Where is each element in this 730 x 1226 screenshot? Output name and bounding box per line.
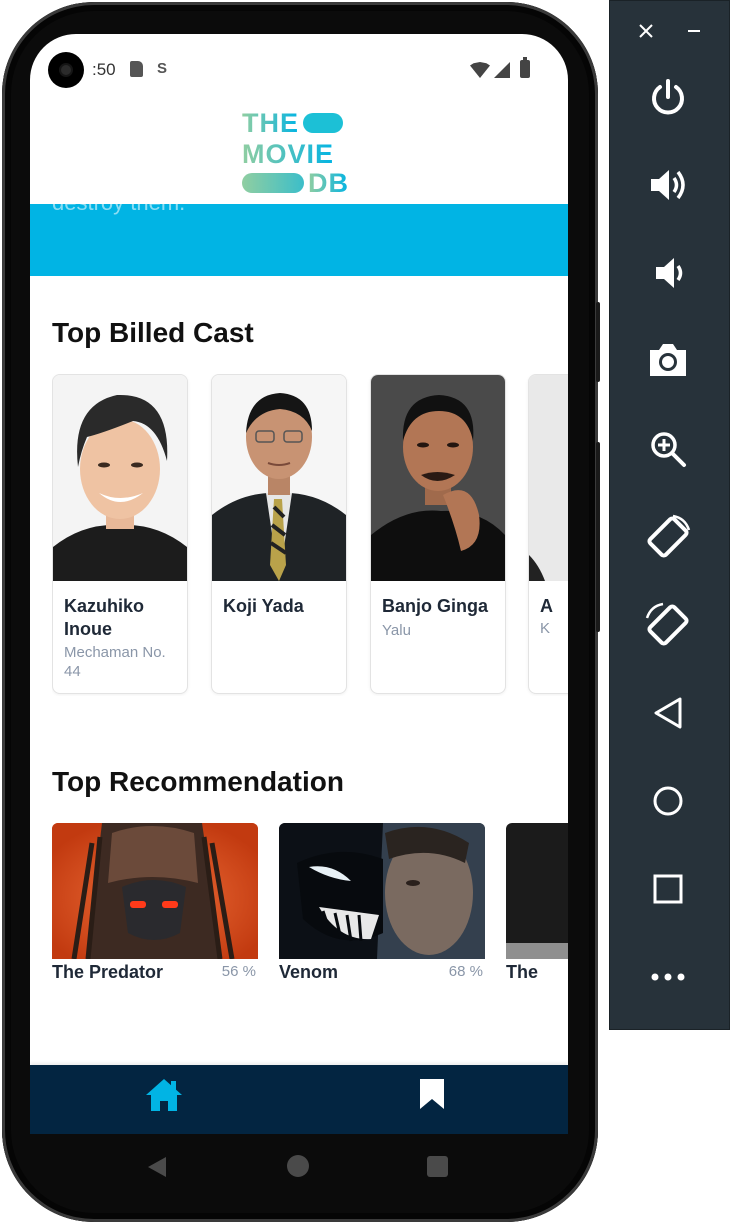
emulator-home-button[interactable] bbox=[644, 777, 692, 825]
emulator-power-button[interactable] bbox=[644, 73, 692, 121]
volume-down-icon bbox=[656, 258, 683, 288]
cast-role: K bbox=[540, 620, 551, 637]
volume-side-button bbox=[596, 442, 600, 632]
zoom-icon bbox=[651, 432, 686, 467]
bookmark-icon bbox=[420, 1079, 444, 1109]
minimize-icon bbox=[688, 30, 700, 32]
tmdb-logo: THE MOVIE DB bbox=[242, 110, 358, 198]
sync-icon: S bbox=[157, 60, 168, 77]
logo-line-3: DB bbox=[308, 168, 349, 198]
home-icon bbox=[653, 786, 683, 816]
emulator-more-button[interactable] bbox=[644, 953, 692, 1001]
emulator-close-button[interactable] bbox=[632, 17, 660, 45]
emulator-volume-up-button[interactable] bbox=[644, 161, 692, 209]
recommendation-carousel[interactable]: The Predator 56 % Venom 68 % The bbox=[52, 823, 568, 993]
system-recents-button[interactable] bbox=[427, 1156, 448, 1177]
sd-card-icon bbox=[130, 61, 143, 77]
front-camera bbox=[48, 52, 84, 88]
cast-card[interactable]: Banjo Ginga Yalu bbox=[370, 374, 506, 694]
cast-card[interactable]: Kazuhiko Inoue Mechaman No. 44 bbox=[52, 374, 188, 694]
movie-title: The bbox=[506, 962, 539, 982]
rotate-right-icon bbox=[645, 602, 689, 646]
emulator-overview-button[interactable] bbox=[644, 865, 692, 913]
home-icon bbox=[146, 1079, 182, 1111]
rotate-left-icon bbox=[647, 514, 691, 558]
banner-overview-text: destroy them. bbox=[52, 204, 185, 216]
emulator-zoom-button[interactable] bbox=[644, 425, 692, 473]
cast-card[interactable]: Koji Yada bbox=[211, 374, 347, 694]
movie-title: The Predator bbox=[52, 962, 164, 982]
status-notification-icons: S bbox=[130, 61, 171, 77]
wifi-icon bbox=[470, 62, 490, 78]
battery-icon bbox=[520, 57, 530, 78]
recommendation-card[interactable]: The bbox=[506, 823, 568, 993]
cast-role: Mechaman No. 44 bbox=[64, 644, 166, 680]
cast-photo bbox=[53, 375, 187, 581]
cast-card[interactable]: A K bbox=[528, 374, 568, 694]
close-icon bbox=[639, 24, 653, 38]
camera-icon bbox=[650, 344, 686, 376]
status-system-icons bbox=[470, 57, 530, 78]
cast-section-title: Top Billed Cast bbox=[52, 317, 254, 348]
cell-signal-icon bbox=[494, 62, 510, 78]
movie-title: Venom bbox=[279, 962, 339, 982]
status-time: :50 bbox=[92, 60, 116, 79]
cast-photo bbox=[529, 375, 568, 581]
logo-pill-bottom bbox=[242, 173, 304, 193]
power-icon bbox=[652, 79, 684, 115]
movie-poster bbox=[506, 823, 568, 959]
emulator-volume-down-button[interactable] bbox=[644, 249, 692, 297]
recommendation-section-title: Top Recommendation bbox=[52, 766, 344, 797]
power-side-button bbox=[596, 302, 600, 382]
recommendation-card[interactable]: The Predator 56 % bbox=[52, 823, 258, 993]
cast-name: A bbox=[540, 596, 553, 616]
cast-name: Kazuhiko Inoue bbox=[64, 596, 145, 639]
cast-photo bbox=[212, 375, 346, 581]
back-icon bbox=[654, 697, 682, 729]
recommendation-card[interactable]: Venom 68 % bbox=[279, 823, 485, 993]
emulator-back-button[interactable] bbox=[644, 689, 692, 737]
logo-line-2: MOVIE bbox=[242, 139, 335, 169]
emulator-rotate-right-button[interactable] bbox=[644, 601, 692, 649]
movie-score: 68 % bbox=[448, 963, 483, 980]
volume-up-icon bbox=[651, 170, 685, 200]
cast-carousel[interactable]: Kazuhiko Inoue Mechaman No. 44 Koji Yada… bbox=[52, 374, 568, 696]
system-back-button[interactable] bbox=[146, 1155, 168, 1179]
emulator-control-panel bbox=[609, 0, 730, 1030]
bottom-navigation bbox=[30, 1065, 568, 1134]
emulator-screenshot-button[interactable] bbox=[644, 336, 692, 384]
overview-banner: destroy them. bbox=[30, 204, 568, 276]
nav-home-button[interactable] bbox=[144, 1077, 184, 1113]
emulator-rotate-left-button[interactable] bbox=[644, 513, 692, 561]
logo-line-1: THE bbox=[242, 108, 299, 138]
cast-name: Koji Yada bbox=[223, 596, 304, 616]
logo-pill-top bbox=[303, 113, 343, 133]
movie-poster bbox=[279, 823, 485, 959]
emulator-minimize-button[interactable] bbox=[680, 17, 708, 45]
app-screen: :50 S THE MOVIE DB destroy th bbox=[30, 34, 568, 1134]
cast-photo bbox=[371, 375, 505, 581]
nav-bookmark-button[interactable] bbox=[418, 1077, 446, 1111]
overview-icon bbox=[653, 874, 683, 904]
more-icon bbox=[651, 973, 685, 981]
system-home-button[interactable] bbox=[287, 1155, 309, 1177]
movie-score: 56 % bbox=[221, 963, 256, 980]
movie-poster bbox=[52, 823, 258, 959]
phone-frame: :50 S THE MOVIE DB destroy th bbox=[2, 2, 600, 1222]
cast-role: Yalu bbox=[382, 622, 411, 639]
cast-name: Banjo Ginga bbox=[382, 596, 489, 616]
